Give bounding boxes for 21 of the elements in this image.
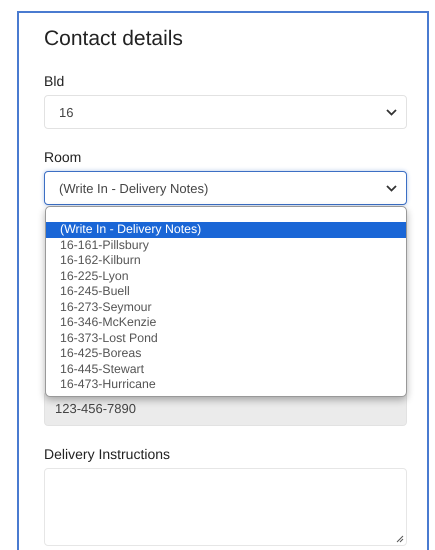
dropdown-option[interactable]: 16-225-Lyon bbox=[46, 268, 406, 284]
field-label: Room bbox=[44, 149, 82, 165]
dropdown-option[interactable]: 16-473-Hurricane bbox=[46, 377, 406, 392]
chevron-down-icon bbox=[386, 108, 397, 116]
dropdown-option[interactable]: 16-273-Seymour bbox=[46, 300, 406, 315]
dropdown-option[interactable]: 16-445-Stewart bbox=[46, 362, 406, 377]
chevron-down-icon bbox=[386, 184, 397, 192]
dropdown-option[interactable]: 16-245-Buell bbox=[46, 284, 406, 300]
dropdown-option[interactable]: (Write In - Delivery Notes) bbox=[46, 222, 406, 238]
section-title: Contact details bbox=[44, 27, 183, 51]
field-label: Delivery Instructions bbox=[44, 446, 170, 462]
dropdown-option[interactable]: 16-346-McKenzie bbox=[46, 315, 406, 330]
delivery-instructions-field[interactable] bbox=[44, 468, 407, 546]
resize-grip-icon bbox=[396, 535, 404, 543]
dropdown-option[interactable]: 16-425-Boreas bbox=[46, 346, 406, 362]
field-label: Bld bbox=[44, 73, 64, 89]
dropdown-option[interactable]: 16-161-Pillsbury bbox=[46, 238, 406, 253]
dropdown-option[interactable]: 16-373-Lost Pond bbox=[46, 330, 406, 346]
room-select[interactable]: (Write In - Delivery Notes) bbox=[44, 171, 407, 205]
dropdown-option[interactable]: 16-162-Kilburn bbox=[46, 253, 406, 268]
building-select[interactable]: 16 bbox=[44, 95, 407, 129]
